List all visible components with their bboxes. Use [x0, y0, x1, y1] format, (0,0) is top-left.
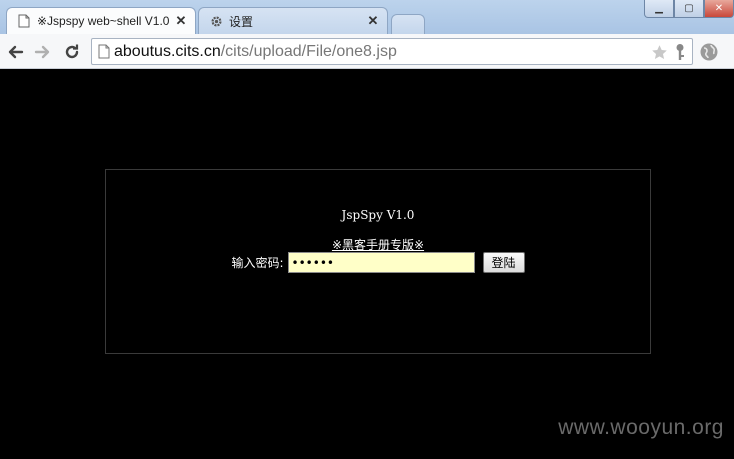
gear-icon: [208, 13, 224, 29]
close-icon[interactable]: ✕: [173, 13, 189, 29]
browser-toolbar: aboutus.cits.cn/cits/upload/File/one8.js…: [0, 34, 734, 69]
tab-jspspy[interactable]: ※Jspspy web~shell V1.0 ✕: [6, 7, 196, 34]
app-title: JspSpy V1.0: [341, 208, 415, 222]
star-icon[interactable]: [651, 44, 668, 65]
url-host: aboutus.cits.cn: [114, 42, 221, 60]
globe-icon[interactable]: [697, 40, 721, 64]
maximize-icon[interactable]: ▢: [674, 0, 704, 18]
address-bar[interactable]: aboutus.cits.cn/cits/upload/File/one8.js…: [91, 38, 693, 65]
new-tab-button[interactable]: [391, 14, 425, 34]
forward-icon[interactable]: [31, 40, 55, 64]
omnibox-actions: [651, 43, 686, 65]
minimize-icon[interactable]: ▁: [644, 0, 674, 18]
url-path: /cits/upload/File/one8.jsp: [220, 42, 397, 60]
tab-title: ※Jspspy web~shell V1.0: [37, 14, 170, 28]
window-controls: ▁ ▢ ✕: [644, 0, 734, 18]
close-icon[interactable]: ✕: [365, 13, 381, 29]
password-label: 输入密码:: [231, 256, 284, 270]
page-icon: [98, 44, 110, 59]
page-icon: [16, 13, 32, 29]
tab-settings[interactable]: 设置 ✕: [198, 7, 388, 34]
login-panel: JspSpy V1.0 ※黑客手册专版※ 输入密码: 登陆: [105, 169, 651, 354]
close-window-icon[interactable]: ✕: [704, 0, 734, 18]
key-icon[interactable]: [674, 43, 686, 65]
url-text: aboutus.cits.cn/cits/upload/File/one8.js…: [114, 43, 397, 61]
login-form: 输入密码: 登陆: [106, 252, 650, 273]
login-button[interactable]: 登陆: [482, 252, 525, 273]
back-icon[interactable]: [3, 40, 27, 64]
tab-title: 设置: [229, 14, 254, 29]
subtitle-link[interactable]: ※黑客手册专版※: [106, 236, 650, 253]
watermark: www.wooyun.org: [558, 416, 724, 439]
browser-titlebar: ※Jspspy web~shell V1.0 ✕ 设置 ✕ ▁ ▢ ✕: [0, 0, 734, 34]
reload-icon[interactable]: [60, 40, 84, 64]
password-field[interactable]: [287, 252, 475, 273]
